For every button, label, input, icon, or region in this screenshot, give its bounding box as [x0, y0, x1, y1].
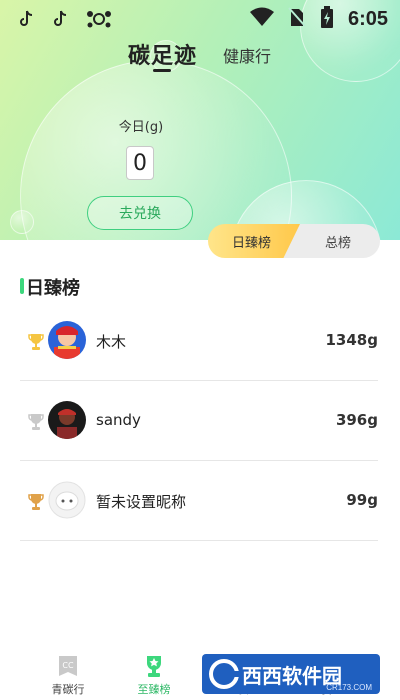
status-time: 6:05 [347, 7, 388, 30]
section-title: 日臻榜 [26, 278, 80, 299]
section-accent-bar [20, 278, 24, 294]
battery-icon [320, 6, 334, 32]
leaderboard-panel: 日臻榜 木木 1348g sandy 396g 暂未设置昵称 99g [0, 240, 400, 650]
leaderboard-row[interactable]: 暂未设置昵称 99g [20, 461, 378, 541]
nav-item-zhizhenbang[interactable]: 至臻榜 [114, 654, 194, 697]
gold-trophy-icon [28, 333, 44, 351]
avatar [48, 481, 86, 519]
header-tabs: 碳足迹 健康行 [0, 36, 400, 76]
nav-label: 青碳行 [51, 683, 85, 696]
watermark-sub: CR173.COM [326, 683, 372, 692]
avatar [48, 401, 86, 439]
svg-text:CC: CC [62, 661, 74, 670]
user-score: 99g [346, 491, 378, 509]
watermark-logo-icon [209, 659, 240, 689]
watermark: 西西软件园 CR173.COM [202, 654, 380, 694]
user-name: 暂未设置昵称 [96, 493, 187, 511]
app-icon [86, 10, 112, 32]
tab-healthy-travel[interactable]: 健康行 [223, 43, 271, 67]
nav-label: 至臻榜 [137, 683, 171, 696]
status-bar: 6:05 [0, 0, 400, 36]
bubble-decoration [10, 210, 34, 234]
nav-item-qingtanxing[interactable]: CC 青碳行 [28, 654, 108, 697]
ranking-toggle: 总榜 日臻榜 [208, 224, 380, 258]
tiktok-icon [18, 10, 34, 32]
silver-trophy-icon [28, 413, 44, 431]
redeem-button[interactable]: 去兑换 [87, 196, 193, 230]
tiktok-icon [52, 10, 68, 32]
user-score: 396g [335, 411, 378, 429]
wifi-icon [249, 7, 274, 31]
leaderboard-row[interactable]: 木木 1348g [20, 301, 378, 381]
no-sim-icon [288, 6, 306, 32]
tab-carbon-footprint[interactable]: 碳足迹 [128, 38, 197, 70]
cc-icon: CC [56, 654, 80, 678]
trophy-icon [142, 654, 166, 678]
user-score: 1348g [325, 331, 379, 349]
leaderboard-row[interactable]: sandy 396g [20, 381, 378, 461]
user-name: 木木 [96, 333, 127, 351]
today-value: 0 [126, 146, 154, 180]
bronze-trophy-icon [28, 493, 44, 511]
active-tab-indicator [153, 69, 171, 72]
user-name: sandy [96, 411, 141, 429]
today-label: 今日(g) [118, 120, 164, 135]
avatar [48, 321, 86, 359]
